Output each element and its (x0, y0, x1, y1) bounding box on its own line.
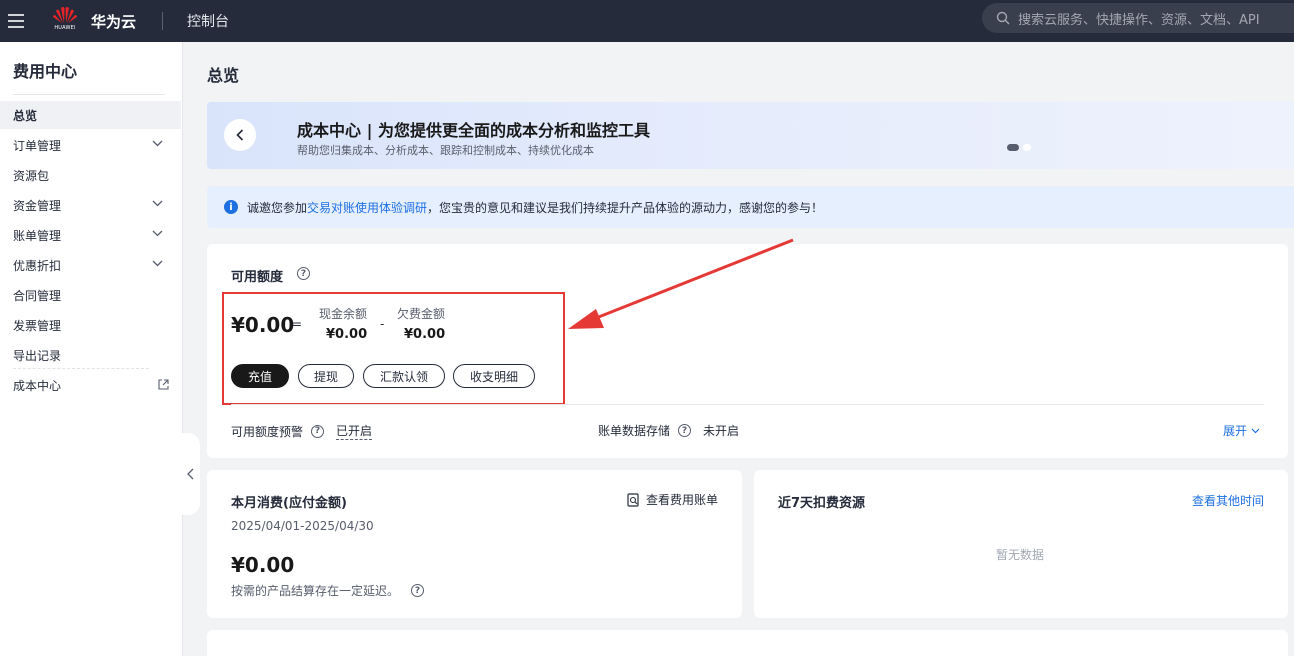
bill-search-icon (627, 492, 639, 507)
sidebar-item-label: 发票管理 (13, 318, 62, 333)
sidebar-item-bills[interactable]: 账单管理 (0, 221, 181, 249)
chevron-down-icon (152, 260, 163, 267)
sidebar-item-invoices[interactable]: 发票管理 (0, 311, 181, 339)
card-title-text: 可用额度 (231, 270, 284, 285)
settlement-note: 按需的产品结算存在一定延迟。 (231, 584, 400, 598)
carousel-dot-active[interactable] (1007, 144, 1019, 151)
divider (13, 368, 149, 369)
divider (231, 404, 1264, 405)
view-bill-label: 查看费用账单 (646, 493, 719, 507)
chevron-down-icon (152, 140, 163, 147)
settlement-note-row: 按需的产品结算存在一定延迟。 ? (231, 582, 425, 599)
chevron-left-icon (187, 468, 194, 480)
notice-suffix: ，您宝贵的意见和建议是我们持续提升产品体验的源动力，感谢您的参与！ (427, 200, 824, 215)
expand-button[interactable]: 展开 (1223, 422, 1260, 439)
sidebar-item-label: 合同管理 (13, 288, 62, 303)
survey-notice: i 诚邀您参加 交易对账使用体验调研 ，您宝贵的意见和建议是我们持续提升产品体验的源… (207, 186, 1294, 228)
chevron-down-icon (152, 230, 163, 237)
sidebar-item-packages[interactable]: 资源包 (0, 161, 181, 189)
notice-prefix: 诚邀您参加 (247, 200, 308, 215)
bill-storage-label: 账单数据存储 (598, 424, 671, 438)
top-navigation-bar: HUAWEI 华为云 控制台 搜索云服务、快捷操作、资源、文档、API (0, 0, 1294, 42)
bill-storage-row: 账单数据存储 ? 未开启 (598, 422, 739, 439)
sidebar-item-funds[interactable]: 资金管理 (0, 191, 181, 219)
banner-title: 成本中心 | 为您提供更全面的成本分析和监控工具 (297, 121, 650, 140)
expand-label: 展开 (1223, 424, 1248, 438)
divider (162, 12, 164, 30)
help-icon[interactable]: ? (411, 584, 425, 597)
search-icon (996, 11, 1010, 25)
recent-charges-title: 近7天扣费资源 (778, 496, 866, 511)
chevron-down-icon (1251, 428, 1260, 433)
annotation-highlight-box (222, 292, 565, 405)
monthly-spend-title: 本月消费(应付金额) (231, 496, 347, 511)
banner-subtitle: 帮助您归集成本、分析成本、跟踪和控制成本、持续优化成本 (297, 144, 594, 157)
credit-alert-label: 可用额度预警 (231, 424, 304, 439)
sidebar-collapse-button[interactable] (181, 433, 200, 515)
sidebar-item-label: 优惠折扣 (13, 258, 62, 273)
sidebar-item-overview[interactable]: 总览 (0, 101, 181, 129)
sidebar-item-label: 资金管理 (13, 198, 62, 213)
sidebar-item-label: 订单管理 (13, 138, 62, 153)
sidebar-item-contracts[interactable]: 合同管理 (0, 281, 181, 309)
chevron-down-icon (152, 200, 163, 207)
sidebar-item-label: 导出记录 (13, 348, 62, 363)
page-title: 总览 (207, 66, 240, 85)
view-other-time-link[interactable]: 查看其他时间 (1192, 492, 1264, 509)
help-icon[interactable]: ? (678, 424, 692, 437)
survey-link[interactable]: 交易对账使用体验调研 (307, 199, 427, 216)
credit-alert-status[interactable]: 已开启 (336, 422, 373, 440)
credit-alert-row: 可用额度预警 ? 已开启 (231, 422, 373, 440)
view-bill-link[interactable]: 查看费用账单 (627, 491, 718, 508)
search-input[interactable]: 搜索云服务、快捷操作、资源、文档、API (982, 3, 1294, 33)
promo-banner[interactable]: 成本中心 | 为您提供更全面的成本分析和监控工具 帮助您归集成本、分析成本、跟踪… (207, 102, 1294, 169)
help-icon[interactable]: ? (297, 267, 310, 280)
menu-icon[interactable] (8, 14, 24, 28)
brand-name[interactable]: 华为云 (91, 11, 136, 32)
info-icon: i (224, 200, 238, 214)
sidebar-item-discounts[interactable]: 优惠折扣 (0, 251, 181, 279)
monthly-amount: ¥0.00 (231, 553, 295, 577)
huawei-logo[interactable]: HUAWEI (52, 6, 78, 36)
divider (13, 94, 165, 95)
chevron-left-icon (236, 129, 244, 141)
sidebar-item-label: 资源包 (13, 168, 50, 183)
available-credit-title: 可用额度 (231, 266, 283, 285)
bill-storage-status: 未开启 (703, 424, 740, 438)
billing-period: 2025/04/01-2025/04/30 (231, 519, 374, 533)
sidebar-title: 费用中心 (13, 62, 78, 81)
sidebar-item-exports[interactable]: 导出记录 (0, 341, 181, 369)
sidebar-item-label: 总览 (13, 108, 38, 123)
logo-text: HUAWEI (54, 25, 76, 31)
banner-prev-button[interactable] (224, 119, 256, 151)
huawei-flower-icon (53, 7, 77, 23)
empty-state-text: 暂无数据 (996, 548, 1045, 562)
consumption-trend-card (207, 630, 1288, 656)
external-link-icon (158, 379, 169, 390)
console-link[interactable]: 控制台 (187, 11, 229, 31)
carousel-dot[interactable] (1023, 144, 1031, 151)
sidebar-item-label: 成本中心 (13, 378, 62, 393)
sidebar: 费用中心 总览 订单管理 资源包 资金管理 账单管理 优惠折扣 合同管理 发票管… (0, 42, 183, 656)
search-placeholder: 搜索云服务、快捷操作、资源、文档、API (1018, 12, 1260, 28)
help-icon[interactable]: ? (311, 424, 325, 438)
sidebar-item-orders[interactable]: 订单管理 (0, 131, 181, 159)
sidebar-item-label: 账单管理 (13, 228, 62, 243)
sidebar-item-cost-center[interactable]: 成本中心 (0, 371, 181, 399)
